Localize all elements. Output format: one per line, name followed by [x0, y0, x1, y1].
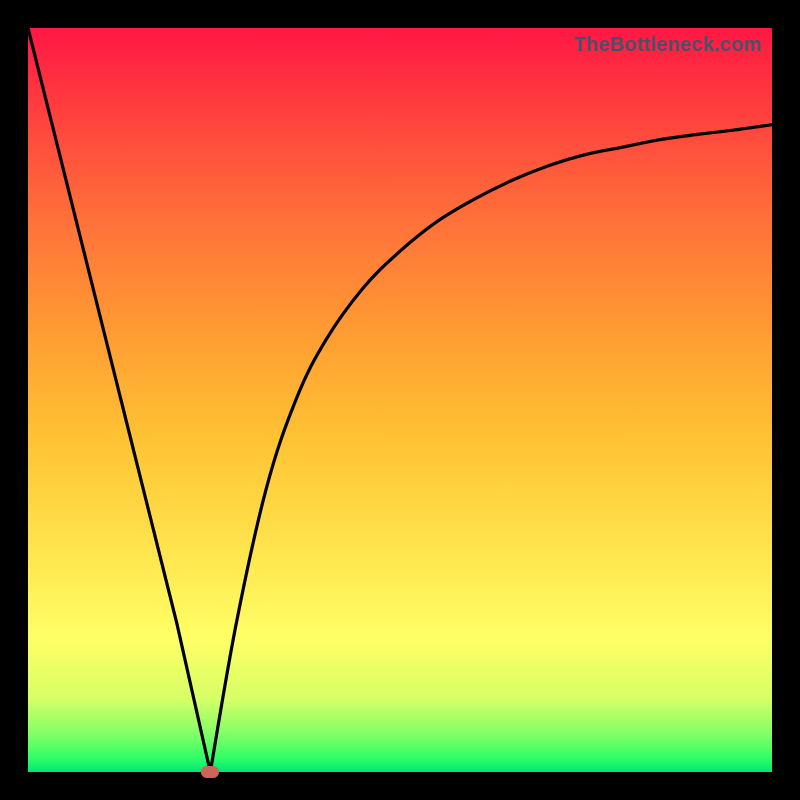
chart-frame: TheBottleneck.com: [0, 0, 800, 800]
optimal-point-marker: [201, 766, 219, 778]
plot-area: TheBottleneck.com: [28, 28, 772, 772]
bottleneck-curve: [28, 28, 772, 772]
